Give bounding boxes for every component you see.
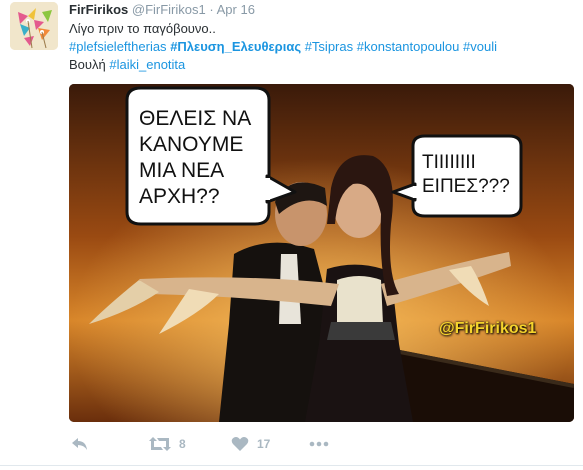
tweet-media-image[interactable]: ΘΕΛΕΙΣ ΝΑ ΚΑΝΟΥΜΕ ΜΙΑ ΝΕΑ ΑΡΧΗ?? ΤΙΙΙΙΙΙ… — [69, 84, 574, 422]
heart-icon — [231, 437, 249, 451]
like-button[interactable]: 17 — [231, 432, 270, 456]
tweet-divider — [0, 465, 583, 466]
pinwheel-avatar-image — [10, 2, 58, 50]
like-count: 17 — [257, 437, 271, 451]
tweet-text-line-3: Βουλή #laiki_enotita — [69, 56, 569, 74]
tweet-hashtags-line: #plefsieleftherias #Πλευση_Ελευθεριας #T… — [69, 38, 569, 56]
timestamp[interactable]: Apr 16 — [217, 2, 255, 17]
hashtag-link[interactable]: #Πλευση_Ελευθεριας — [170, 39, 301, 54]
tweet-text: Λίγο πριν το παγόβουνο.. #plefsielefther… — [69, 20, 569, 74]
hashtag-link[interactable]: #plefsieleftherias — [69, 39, 167, 54]
tweet-header: FirFirikos @FirFirikos1 · Apr 16 — [69, 2, 255, 17]
tweet: FirFirikos @FirFirikos1 · Apr 16 Λίγο πρ… — [0, 0, 583, 470]
header-separator: · — [209, 2, 214, 17]
avatar[interactable] — [10, 2, 58, 50]
speech-bubble-right-text: ΤΙΙΙΙΙΙΙΙ ΕΙΠΕΣ??? — [422, 152, 510, 197]
retweet-icon — [149, 437, 171, 451]
tweet-text-line-1: Λίγο πριν το παγόβουνο.. — [69, 21, 216, 36]
retweet-count: 8 — [179, 437, 186, 451]
display-name[interactable]: FirFirikos — [69, 2, 128, 17]
reply-button[interactable] — [71, 432, 89, 456]
hashtag-link[interactable]: #vouli — [463, 39, 497, 54]
hashtag-link[interactable]: #konstantopoulou — [357, 39, 460, 54]
image-watermark: @FirFirikos1 — [439, 320, 537, 337]
hashtag-link[interactable]: #laiki_enotita — [109, 57, 185, 72]
tweet-actions: 8 17 — [69, 432, 569, 456]
more-dots-icon — [309, 441, 329, 447]
more-button[interactable] — [309, 432, 329, 456]
hashtag-link[interactable]: #Tsipras — [305, 39, 353, 54]
reply-icon — [72, 438, 87, 450]
username[interactable]: @FirFirikos1 — [132, 2, 206, 17]
tweet-text-word: Βουλή — [69, 57, 106, 72]
speech-bubble-left-text: ΘΕΛΕΙΣ ΝΑ ΚΑΝΟΥΜΕ ΜΙΑ ΝΕΑ ΑΡΧΗ?? — [139, 107, 251, 208]
retweet-button[interactable]: 8 — [149, 432, 186, 456]
